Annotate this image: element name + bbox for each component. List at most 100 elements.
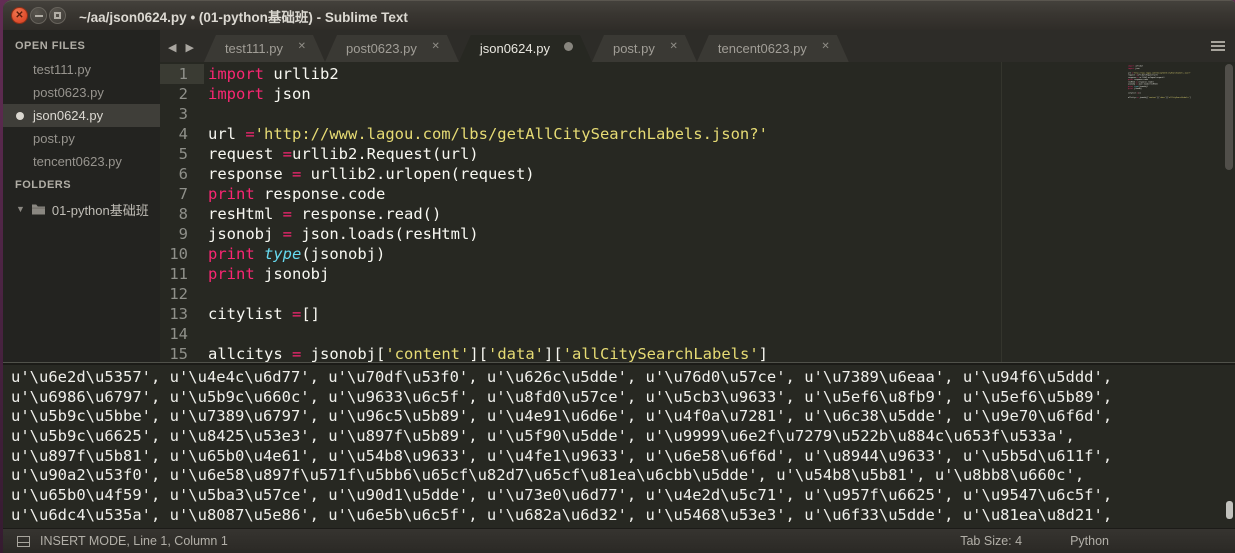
code-token: = — [292, 345, 301, 362]
code-token: citylist — [208, 305, 292, 323]
code-token: 'http://www.lagou.com/lbs/getAllCitySear… — [255, 125, 768, 143]
tab-size-status[interactable]: Tab Size: 4 — [960, 534, 1022, 548]
tab-label: json0624.py — [480, 41, 550, 56]
code-line-4: url ='http://www.lagou.com/lbs/getAllCit… — [208, 124, 1215, 144]
line-number: 9 — [160, 224, 204, 244]
code-token: = — [283, 205, 292, 223]
code-token: jsonobj — [208, 225, 283, 243]
code-token: 'data' — [488, 345, 544, 362]
code-pane[interactable]: import urllib2import jsonurl ='http://ww… — [208, 64, 1215, 362]
code-line-14 — [208, 324, 1215, 344]
sidebar-file-test111.py[interactable]: test111.py — [3, 58, 160, 81]
tab-dirty-dot-icon — [564, 42, 573, 51]
code-token: jsonobj[ — [1138, 96, 1147, 98]
tab-close-icon[interactable]: ✕ — [670, 41, 678, 52]
tab-close-icon[interactable]: ✕ — [821, 41, 829, 52]
code-token: url — [208, 125, 245, 143]
console-scrollbar[interactable] — [1226, 501, 1233, 519]
tab-json0624.py[interactable]: json0624.py✕ — [459, 35, 592, 62]
folders-header: FOLDERS — [3, 173, 160, 197]
panel-toggle-icon[interactable] — [17, 536, 30, 547]
syntax-status[interactable]: Python — [1070, 534, 1109, 548]
title-bar[interactable]: ✕ ~/aa/json0624.py • (01-python基础班) - Su… — [3, 0, 1235, 30]
line-number: 8 — [160, 204, 204, 224]
console-line: u'\u5b9c\u5bbe', u'\u7389\u6797', u'\u96… — [11, 407, 1235, 427]
sidebar-file-json0624.py[interactable]: json0624.py — [3, 104, 160, 127]
line-number: 2 — [160, 84, 204, 104]
code-token: import — [208, 65, 264, 83]
tab-close-icon[interactable]: ✕ — [298, 41, 306, 52]
line-number: 14 — [160, 324, 204, 344]
tab-label: post0623.py — [346, 41, 417, 56]
code-token: import — [208, 85, 264, 103]
code-editor[interactable]: 123456789101112131415 import urllib2impo… — [160, 62, 1235, 362]
sidebar-file-label: tencent0623.py — [33, 154, 122, 169]
code-line-9: jsonobj = json.loads(resHtml) — [208, 224, 1215, 244]
console-line: u'\u6e2d\u5357', u'\u4e4c\u6d77', u'\u70… — [11, 368, 1235, 388]
code-token: jsonobj — [1133, 88, 1141, 90]
line-number: 7 — [160, 184, 204, 204]
code-token: citylist — [1128, 92, 1137, 94]
maximize-window-icon[interactable] — [49, 7, 66, 24]
tab-post.py[interactable]: post.py ✕ — [592, 35, 697, 62]
window-controls: ✕ — [3, 7, 66, 24]
close-window-icon[interactable]: ✕ — [11, 7, 28, 24]
sidebar-file-post0623.py[interactable]: post0623.py — [3, 81, 160, 104]
tab-label: test111.py — [225, 41, 283, 56]
code-token: request — [208, 145, 283, 163]
console-line: u'\u6dc4\u535a', u'\u8087\u5e86', u'\u6e… — [11, 506, 1235, 526]
code-token: json — [1134, 67, 1139, 69]
tab-label: post.py — [613, 41, 655, 56]
sidebar-file-post.py[interactable]: post.py — [3, 127, 160, 150]
line-number: 6 — [160, 164, 204, 184]
build-output-panel[interactable]: u'\u6e2d\u5357', u'\u4e4c\u6d77', u'\u70… — [3, 362, 1235, 528]
minimap[interactable]: import urllib2import jsonurl ='http://ww… — [1128, 65, 1200, 99]
prev-tab-arrow-icon[interactable]: ◀ — [168, 41, 176, 54]
line-number-gutter: 123456789101112131415 — [160, 64, 204, 362]
console-line: u'\u5b9c\u6625', u'\u8425\u53e3', u'\u89… — [11, 427, 1235, 447]
code-token: = — [283, 225, 292, 243]
code-line-7: print response.code — [208, 184, 1215, 204]
tab-post0623.py[interactable]: post0623.py ✕ — [325, 35, 459, 62]
tab-scroll-arrows: ◀ ▶ — [160, 41, 204, 62]
code-token: resHtml — [208, 205, 283, 223]
line-number: 3 — [160, 104, 204, 124]
code-token: ][ — [544, 345, 563, 362]
console-line: u'\u90a2\u53f0', u'\u6e58\u897f\u571f\u5… — [11, 466, 1235, 486]
code-token: urllib2.Request(url) — [292, 145, 479, 163]
line-number: 15 — [160, 344, 204, 362]
tab-tencent0623.py[interactable]: tencent0623.py✕ — [697, 35, 849, 62]
code-token: allcitys — [208, 345, 292, 362]
code-token: = — [283, 145, 292, 163]
overflow-menu-icon[interactable] — [1211, 41, 1225, 51]
sidebar: OPEN FILES test111.pypost0623.pyjson0624… — [3, 30, 160, 362]
sidebar-file-tencent0623.py[interactable]: tencent0623.py — [3, 150, 160, 173]
status-right: Tab Size: 4 Python — [960, 534, 1235, 548]
code-token: = — [292, 305, 301, 323]
code-token: urllib2.urlopen(request) — [301, 165, 534, 183]
code-token: ] — [759, 345, 768, 362]
tab-bar: ◀ ▶ test111.py✕post0623.py✕json0624.py✕p… — [160, 30, 1235, 62]
folder-expand-triangle-icon[interactable]: ▼ — [16, 204, 25, 214]
code-token — [255, 245, 264, 263]
code-token: json.loads(resHtml) — [292, 225, 479, 243]
editor-scrollbar[interactable] — [1225, 64, 1233, 170]
code-line-11: print jsonobj — [208, 264, 1215, 284]
code-token: urllib2 — [264, 65, 339, 83]
code-token: type — [264, 245, 301, 263]
line-number: 13 — [160, 304, 204, 324]
maximize-glyph — [54, 12, 61, 19]
line-number: 12 — [160, 284, 204, 304]
tab-test111.py[interactable]: test111.py ✕ — [204, 35, 325, 62]
sidebar-file-label: post0623.py — [33, 85, 104, 100]
sidebar-file-label: json0624.py — [33, 108, 103, 123]
code-token: ] — [1190, 96, 1191, 98]
next-tab-arrow-icon[interactable]: ▶ — [185, 41, 193, 54]
code-token: response — [208, 165, 292, 183]
open-files-list: test111.py post0623.py json0624.py post.py t… — [3, 58, 160, 173]
code-line-15: allcitys = jsonobj['content']['data']['a… — [208, 344, 1215, 362]
code-token: json — [264, 85, 311, 103]
minimize-window-icon[interactable] — [30, 7, 47, 24]
sidebar-folder-item[interactable]: ▼ 01-python基础班 — [3, 197, 160, 221]
tab-close-icon[interactable]: ✕ — [431, 41, 439, 52]
